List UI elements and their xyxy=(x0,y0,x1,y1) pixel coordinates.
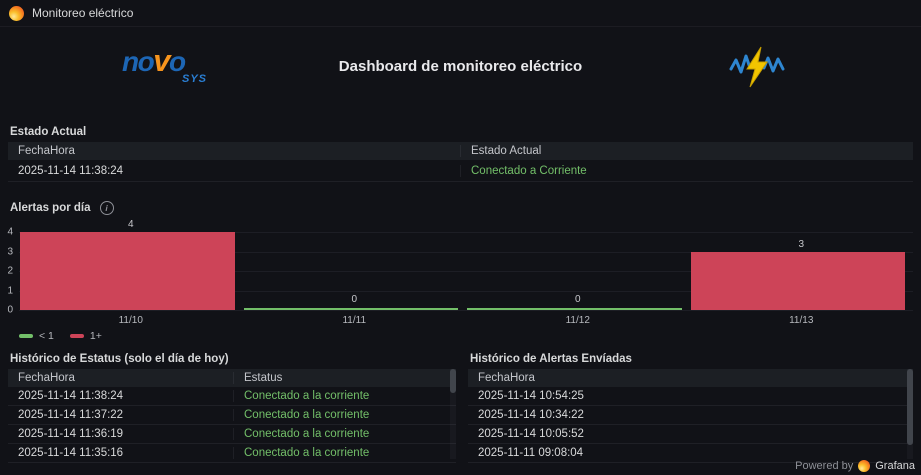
panel-title-alertas: Alertas por día xyxy=(10,202,91,214)
estado-actual-row: 2025-11-14 11:38:24 Conectado a Corrient… xyxy=(8,160,913,182)
y-axis-tick-label: 1 xyxy=(7,285,13,296)
estatus-scrollbar-thumb[interactable] xyxy=(450,369,456,393)
y-axis-tick-label: 0 xyxy=(7,304,13,316)
y-axis-tick-label: 4 xyxy=(7,226,13,238)
dashboard-root: Monitoreo eléctrico novo SYS Dashboard d… xyxy=(0,0,921,475)
column-header-estatus[interactable]: Estatus xyxy=(233,372,456,384)
panel-title-historico-alertas: Histórico de Alertas Envíadas xyxy=(470,353,632,365)
cell-fechahora: 2025-11-11 09:08:04 xyxy=(478,447,584,459)
historico-alertas-header: FechaHora xyxy=(468,369,913,387)
info-icon[interactable]: i xyxy=(99,201,114,215)
chart-legend: < 1 1+ xyxy=(19,330,102,342)
bar-category-11-12[interactable]: 0 11/12 xyxy=(466,232,690,326)
estado-actual-valor: Conectado a Corriente xyxy=(460,164,913,177)
grafana-logo-icon[interactable] xyxy=(9,5,24,21)
table-row: 2025-11-14 10:54:25 xyxy=(468,387,913,406)
lightning-icon xyxy=(729,46,785,88)
bar-category-11-10[interactable]: 4 11/10 xyxy=(19,219,243,326)
cell-fechahora: 2025-11-14 11:35:16 xyxy=(18,447,124,459)
gridline xyxy=(19,310,913,311)
table-row: 2025-11-14 11:38:24 Conectado a la corrie… xyxy=(8,387,456,406)
cell-fechahora: 2025-11-14 11:37:22 xyxy=(18,409,124,421)
table-row: 2025-11-14 10:05:52 xyxy=(468,425,913,444)
cell-estatus: Conectado a la corriente xyxy=(233,390,456,402)
bar-value-label: 3 xyxy=(798,238,805,250)
panel-title-historico-estatus: Histórico de Estatus (solo el día de hoy… xyxy=(10,353,229,365)
powered-by-label: Powered by xyxy=(795,460,854,472)
panel-title-estado-actual: Estado Actual xyxy=(10,126,87,138)
x-axis-tick-label: 11/12 xyxy=(565,315,590,326)
cell-estatus: Conectado a la corriente xyxy=(233,447,456,459)
column-header-fechahora[interactable]: FechaHora xyxy=(468,372,913,384)
x-axis-tick-label: 11/13 xyxy=(789,315,814,326)
estatus-scrollbar-track[interactable] xyxy=(450,369,456,459)
legend-label: < 1 xyxy=(39,330,54,342)
cell-fechahora: 2025-11-14 10:54:25 xyxy=(478,390,584,402)
table-row: 2025-11-14 10:34:22 xyxy=(468,406,913,425)
chart-y-axis: 0 1 2 3 4 xyxy=(0,227,13,316)
panel-header-alertas: Alertas por día i xyxy=(10,201,114,215)
x-axis-tick-label: 11/11 xyxy=(342,315,367,326)
cell-fechahora: 2025-11-14 10:05:52 xyxy=(478,428,584,440)
legend-item[interactable]: < 1 xyxy=(19,330,54,342)
historico-estatus-rows: 2025-11-14 11:38:24 Conectado a la corrie… xyxy=(8,387,456,463)
legend-item[interactable]: 1+ xyxy=(69,330,102,342)
bar-category-11-13[interactable]: 3 11/13 xyxy=(690,232,914,326)
table-row: 2025-11-14 11:37:22 Conectado a la corrie… xyxy=(8,406,456,425)
cell-fechahora: 2025-11-14 10:34:22 xyxy=(478,409,584,421)
legend-label: 1+ xyxy=(89,330,102,342)
cell-estatus: Conectado a la corriente xyxy=(233,428,456,440)
x-axis-tick-label: 11/10 xyxy=(118,315,143,326)
bar[interactable] xyxy=(690,251,905,310)
alertas-plot: 4 11/10 0 11/11 0 11/12 3 11/13 xyxy=(19,219,914,326)
alertas-scrollbar-track[interactable] xyxy=(907,369,913,459)
grafana-brand-label[interactable]: Grafana xyxy=(875,460,915,472)
legend-swatch xyxy=(69,334,84,338)
column-header-estado-actual[interactable]: Estado Actual xyxy=(460,145,913,157)
legend-swatch xyxy=(19,334,33,338)
bar-value-label: 0 xyxy=(351,294,358,305)
y-axis-tick-label: 2 xyxy=(7,265,13,277)
y-axis-tick-label: 3 xyxy=(7,246,13,257)
table-row: 2025-11-14 11:36:19 Conectado a la corrie… xyxy=(8,425,456,444)
bar-value-label: 4 xyxy=(127,219,134,230)
bar[interactable] xyxy=(20,232,235,310)
bar-category-11-11[interactable]: 0 11/11 xyxy=(243,232,467,326)
column-header-fechahora[interactable]: FechaHora xyxy=(8,145,460,157)
breadcrumb-dashboard-title[interactable]: Monitoreo eléctrico xyxy=(32,6,133,20)
alertas-scrollbar-thumb[interactable] xyxy=(907,369,913,445)
historico-alertas-rows: 2025-11-14 10:54:25 2025-11-14 10:34:22 20… xyxy=(468,387,913,463)
cell-fechahora: 2025-11-14 11:36:19 xyxy=(18,428,124,440)
bar-value-label: 0 xyxy=(574,294,581,305)
cell-estatus: Conectado a la corriente xyxy=(233,409,456,421)
bar[interactable] xyxy=(467,308,682,310)
estado-actual-fecha: 2025-11-14 11:38:24 xyxy=(18,164,124,177)
table-row: 2025-11-14 11:35:16 Conectado a la corrie… xyxy=(8,444,456,463)
navbar: Monitoreo eléctrico xyxy=(0,0,921,27)
grafana-footer-icon xyxy=(858,460,871,472)
footer-powered-by: Powered by Grafana xyxy=(795,460,915,472)
historico-estatus-header: FechaHora Estatus xyxy=(8,369,456,387)
bar[interactable] xyxy=(243,308,458,310)
column-header-fechahora[interactable]: FechaHora xyxy=(8,372,233,384)
estado-actual-table-header: FechaHora Estado Actual xyxy=(8,142,913,160)
cell-fechahora: 2025-11-14 11:38:24 xyxy=(18,390,124,402)
